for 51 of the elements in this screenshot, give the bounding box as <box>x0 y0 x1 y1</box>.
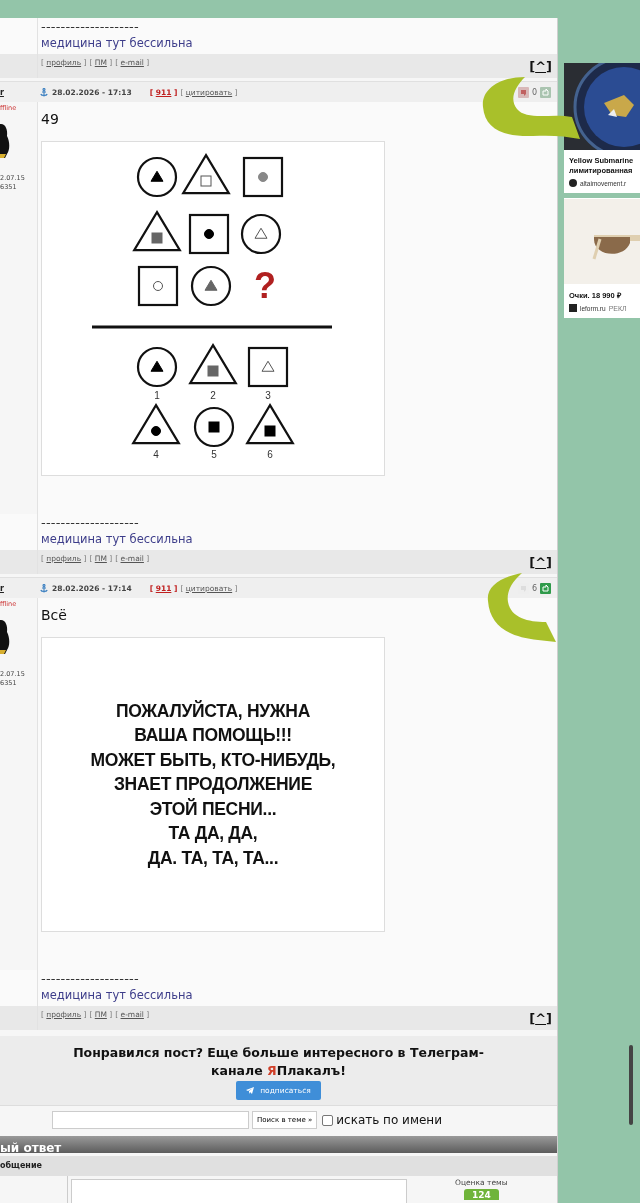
shape-figure <box>247 346 289 388</box>
top-link[interactable]: [^] <box>529 550 557 570</box>
signature-text: медицина тут бессильна <box>41 35 193 52</box>
signature-rule: -------------------- <box>41 516 140 530</box>
question-mark: ? <box>254 265 276 306</box>
post-text: 49 <box>41 110 60 129</box>
top-link[interactable]: [^] <box>529 1006 557 1026</box>
meme-caption: ПОЖАЛУЙСТА, НУЖНА ВАША ПОМОЩЬ!!! МОЖЕТ БЫТЬ, КТО-НИБУДЬ, ЗНАЕТ ПРОДОЛЖЕНИЕ ЭТОЙ ПЕСНИ... ТА ДА, ДА, ДА. ТА, ТА, ТА... <box>90 699 336 870</box>
shape-figure <box>188 213 230 255</box>
shape-figure <box>181 153 231 195</box>
source-icon <box>569 179 577 187</box>
source-icon <box>569 304 577 312</box>
option-number: 6 <box>267 449 273 460</box>
option-number: 4 <box>153 449 159 460</box>
rating-count: 6 <box>531 583 537 593</box>
checkbox-label: искать по имени <box>336 1113 442 1127</box>
shape-figure <box>245 403 295 445</box>
rating-badge: 124 <box>463 1189 499 1200</box>
signature-text: медицина тут бессильна <box>41 531 193 548</box>
shape-figure <box>132 210 182 252</box>
shape-figure <box>188 343 238 385</box>
shape-figure <box>242 156 284 198</box>
shape-figure <box>193 406 235 448</box>
option-number: 3 <box>265 390 271 401</box>
anchor-icon[interactable] <box>40 583 48 593</box>
shape-figure <box>131 403 181 445</box>
quick-reply-header: ый ответ <box>0 1136 557 1153</box>
anchor-icon[interactable] <box>40 87 48 97</box>
signature-rule: -------------------- <box>41 972 140 986</box>
top-link[interactable]: [^] <box>529 54 557 74</box>
checkbox[interactable] <box>322 1114 334 1126</box>
option-number: 5 <box>211 449 217 460</box>
scribble-mark <box>487 573 556 642</box>
shape-figure <box>136 156 178 198</box>
post-text: Всё <box>41 606 68 625</box>
message-subheader: общение <box>0 1156 557 1176</box>
shape-figure <box>137 265 179 307</box>
author-link[interactable]: r <box>0 583 37 593</box>
scrollbar-thumb[interactable] <box>629 1045 633 1125</box>
rating-count: 0 <box>531 87 537 97</box>
signature-text: медицина тут бессильна <box>41 987 193 1004</box>
shape-figure <box>190 265 232 307</box>
author-link[interactable]: r <box>0 87 37 97</box>
shape-figure <box>240 213 282 255</box>
option-number: 2 <box>210 390 216 401</box>
signature-rule: -------------------- <box>41 20 140 34</box>
shape-figure <box>136 346 178 388</box>
search-field[interactable] <box>52 1111 249 1129</box>
plane-icon <box>246 1087 255 1094</box>
option-number: 1 <box>154 390 160 401</box>
promo-title: Понравился пост? Еще больше интересного в Телеграм-канале ЯПлакалъ! <box>72 1044 485 1080</box>
